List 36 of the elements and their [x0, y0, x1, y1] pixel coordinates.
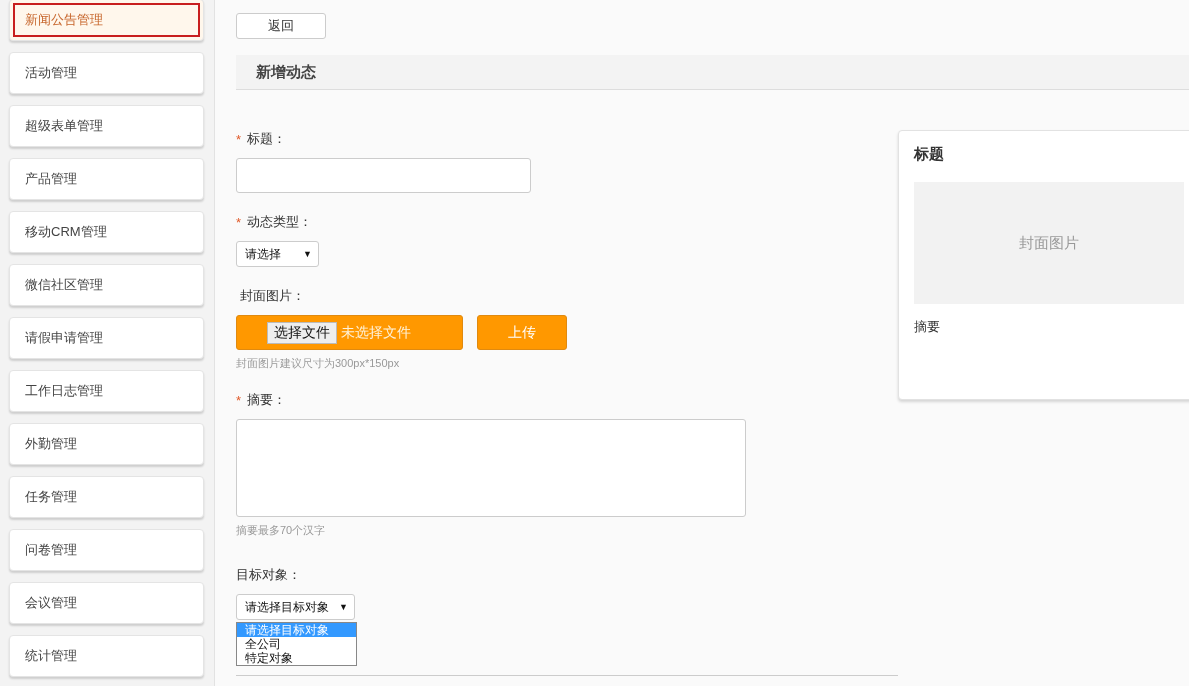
dropdown-option[interactable]: 全公司 [237, 637, 356, 651]
hint-text: 封面图片建议尺寸为300px*150px [236, 356, 401, 371]
preview-summary: 摘要 [914, 318, 941, 336]
file-status: 未选择文件 [341, 323, 411, 342]
choose-file-button[interactable]: 选择文件 [267, 321, 337, 344]
title-input[interactable] [236, 158, 531, 193]
sidebar-item[interactable]: 超级表单管理 [9, 105, 204, 147]
field-label: 封面图片： [240, 287, 305, 305]
back-button[interactable]: 返回 [236, 13, 326, 40]
target-select[interactable]: 请选择目标对象 ▼ [236, 594, 355, 620]
field-label: 标题： [247, 130, 287, 148]
dropdown-option[interactable]: 特定对象 [237, 651, 356, 665]
sidebar-item[interactable]: 任务管理 [9, 476, 204, 518]
sidebar-item[interactable]: 请假申请管理 [9, 317, 204, 359]
preview-title: 标题 [914, 145, 945, 164]
required-mark: * [236, 214, 242, 230]
sidebar-item[interactable]: 工作日志管理 [9, 370, 204, 412]
sidebar-item[interactable]: 外勤管理 [9, 423, 204, 465]
sidebar-item[interactable]: 问卷管理 [9, 529, 204, 571]
sidebar-item[interactable]: 移动CRM管理 [9, 211, 204, 253]
cover-label: 封面图片 [1019, 233, 1079, 253]
required-mark: * [236, 131, 242, 147]
sidebar-item[interactable]: 产品管理 [9, 158, 204, 200]
type-select[interactable]: 请选择 ▼ [236, 241, 319, 267]
field-label: 摘要： [247, 391, 287, 409]
sidebar-item[interactable]: 会议管理 [9, 582, 204, 624]
sidebar-item[interactable]: 统计管理 [9, 635, 204, 677]
required-mark: * [236, 392, 242, 408]
field-label: 动态类型： [247, 213, 313, 231]
sidebar-item[interactable]: 新闻公告管理 [9, 0, 204, 41]
sidebar-item[interactable]: 微信社区管理 [9, 264, 204, 306]
sidebar-item[interactable]: 活动管理 [9, 52, 204, 94]
hint-text: 摘要最多70个汉字 [236, 523, 327, 538]
section-title: 新增动态 [256, 62, 316, 82]
field-label: 目标对象： [236, 566, 301, 584]
summary-input[interactable] [236, 419, 746, 517]
